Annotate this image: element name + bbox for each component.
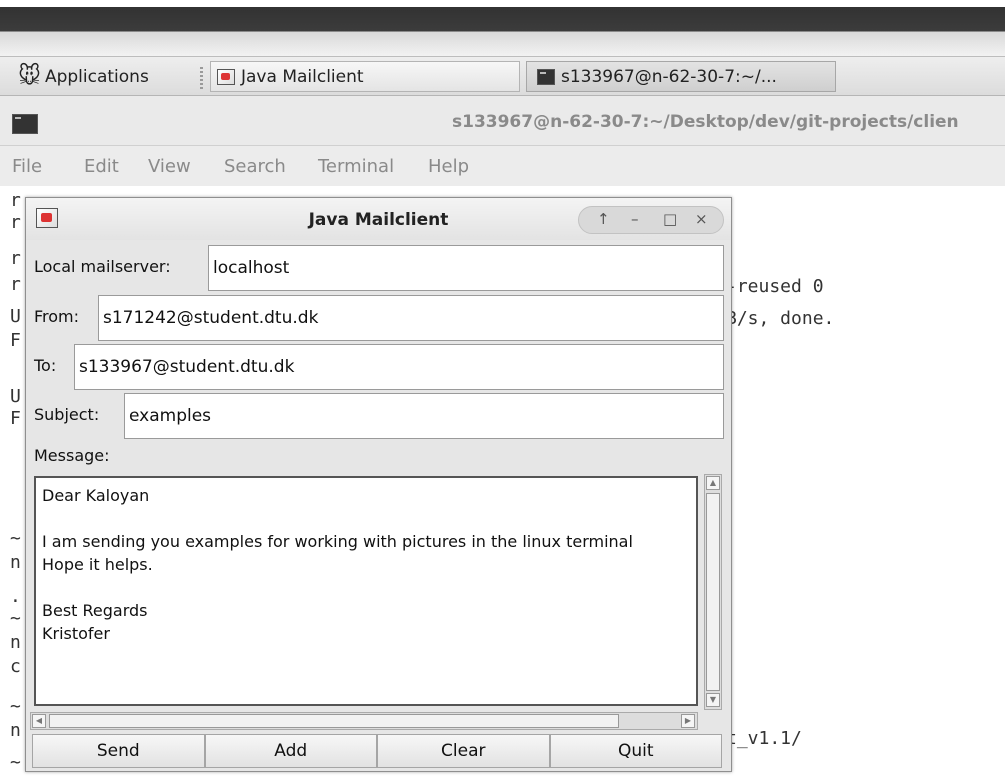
- terminal-char: n: [10, 552, 21, 573]
- subject-input[interactable]: [124, 393, 724, 439]
- message-textarea[interactable]: Dear Kaloyan I am sending you examples f…: [34, 476, 698, 706]
- mailserver-input[interactable]: [208, 245, 724, 291]
- minimize-icon[interactable]: –: [631, 210, 639, 228]
- terminal-char: U: [10, 306, 21, 327]
- subject-label: Subject:: [34, 405, 100, 424]
- terminal-char: F: [10, 408, 21, 429]
- menu-file[interactable]: File: [12, 156, 42, 177]
- terminal-char: ~: [10, 752, 21, 773]
- to-input[interactable]: [74, 344, 724, 390]
- terminal-char: U: [10, 386, 21, 407]
- terminal-char: r: [10, 212, 21, 233]
- terminal-app-icon: [537, 68, 555, 85]
- menu-view[interactable]: View: [148, 156, 191, 177]
- to-label: To:: [34, 356, 57, 375]
- terminal-line: t_v1.1/: [726, 728, 802, 749]
- terminal-char: .: [10, 586, 21, 607]
- mail-window-titlebar[interactable]: Java Mailclient ↑ – □ ×: [26, 198, 731, 240]
- vertical-scroll-thumb[interactable]: [706, 493, 720, 691]
- terminal-char: F: [10, 330, 21, 351]
- menu-search[interactable]: Search: [224, 156, 286, 177]
- taskbar-separator: [200, 67, 203, 89]
- action-buttons: Send Add Clear Quit: [32, 734, 722, 768]
- horizontal-scroll-thumb[interactable]: [49, 714, 619, 728]
- task-java-mailclient[interactable]: Java Mailclient: [210, 61, 520, 92]
- terminal-char: r: [10, 248, 21, 269]
- send-button[interactable]: Send: [32, 734, 205, 768]
- terminal-char: ~: [10, 528, 21, 549]
- terminal-icon: [12, 114, 38, 134]
- scroll-up-icon[interactable]: ▲: [706, 476, 720, 490]
- task-terminal[interactable]: s133967@n-62-30-7:~/...: [526, 61, 836, 92]
- applications-menu-button[interactable]: 🐭 Applications: [10, 61, 185, 92]
- scroll-left-icon[interactable]: ◀: [32, 714, 46, 728]
- terminal-char: ~: [10, 696, 21, 717]
- terminal-char: c: [10, 656, 21, 677]
- terminal-line: B/s, done.: [726, 308, 835, 329]
- scroll-right-icon[interactable]: ▶: [681, 714, 695, 728]
- terminal-char: r: [10, 190, 21, 211]
- message-vertical-scrollbar[interactable]: ▲ ▼: [704, 474, 722, 710]
- shade-up-icon[interactable]: ↑: [597, 210, 610, 228]
- terminal-char: n: [10, 632, 21, 653]
- add-button[interactable]: Add: [204, 734, 377, 768]
- from-label: From:: [34, 307, 80, 326]
- maximize-icon[interactable]: □: [663, 210, 677, 228]
- scroll-down-icon[interactable]: ▼: [706, 693, 720, 707]
- menu-terminal[interactable]: Terminal: [318, 156, 394, 177]
- menu-edit[interactable]: Edit: [84, 156, 119, 177]
- xfce-mouse-icon: 🐭: [18, 64, 41, 89]
- terminal-title: s133967@n-62-30-7:~/Desktop/dev/git-proj…: [452, 112, 959, 132]
- window-controls: ↑ – □ ×: [578, 206, 724, 234]
- clear-button[interactable]: Clear: [377, 734, 550, 768]
- terminal-menubar: File Edit View Search Terminal Help: [0, 146, 1005, 186]
- message-horizontal-scrollbar[interactable]: ◀ ▶: [30, 712, 698, 730]
- terminal-titlebar[interactable]: s133967@n-62-30-7:~/Desktop/dev/git-proj…: [0, 96, 1005, 146]
- java-mailclient-window: Java Mailclient ↑ – □ × Local mailserver…: [25, 197, 732, 772]
- java-app-icon: [217, 68, 235, 85]
- terminal-char: n: [10, 720, 21, 741]
- mailserver-label: Local mailserver:: [34, 257, 171, 276]
- quit-button[interactable]: Quit: [549, 734, 722, 768]
- task-label: Java Mailclient: [241, 66, 364, 87]
- close-icon[interactable]: ×: [695, 210, 708, 228]
- terminal-char: ~: [10, 608, 21, 629]
- menu-help[interactable]: Help: [428, 156, 469, 177]
- task-label: s133967@n-62-30-7:~/...: [561, 66, 777, 87]
- taskbar: 🐭 Applications Java Mailclient s133967@n…: [0, 56, 1005, 96]
- terminal-line: -reused 0: [726, 276, 824, 297]
- terminal-char: r: [10, 274, 21, 295]
- desktop-top-panel: [0, 0, 1005, 56]
- applications-label: Applications: [44, 66, 149, 87]
- from-input[interactable]: [98, 295, 724, 341]
- message-label: Message:: [34, 446, 110, 465]
